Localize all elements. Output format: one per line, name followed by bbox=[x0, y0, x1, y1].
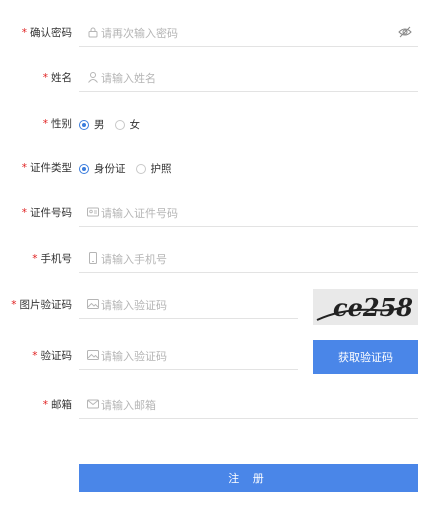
id-type-option-label: 身份证 bbox=[94, 163, 126, 175]
id-type-option-passport[interactable]: 护照 bbox=[135, 161, 172, 176]
id-type-label: * 证件类型 bbox=[22, 161, 72, 175]
image-captcha-field bbox=[79, 292, 298, 319]
user-icon bbox=[88, 72, 98, 83]
sms-code-label: * 验证码 bbox=[32, 349, 72, 363]
image-captcha-label: * 图片验证码 bbox=[11, 298, 72, 312]
required-mark: * bbox=[42, 72, 48, 84]
name-input[interactable] bbox=[101, 69, 401, 87]
email-field bbox=[79, 392, 418, 419]
image-captcha-input[interactable] bbox=[101, 296, 291, 314]
id-number-label: * 证件号码 bbox=[22, 206, 72, 220]
required-mark: * bbox=[42, 399, 48, 411]
id-number-field bbox=[79, 200, 418, 227]
lock-icon bbox=[88, 27, 98, 38]
register-button[interactable]: 注 册 bbox=[79, 464, 418, 492]
required-mark: * bbox=[11, 299, 17, 311]
required-mark: * bbox=[32, 253, 38, 265]
id-type-option-idcard[interactable]: 身份证 bbox=[79, 161, 126, 176]
phone-field bbox=[79, 246, 418, 273]
id-type-radio-group: 身份证 护照 bbox=[79, 161, 182, 176]
email-input[interactable] bbox=[101, 396, 401, 414]
confirm-password-label: * 确认密码 bbox=[22, 26, 72, 40]
mail-icon bbox=[87, 399, 99, 409]
required-mark: * bbox=[42, 118, 48, 130]
id-card-icon bbox=[87, 207, 99, 217]
phone-label: * 手机号 bbox=[32, 252, 72, 266]
required-mark: * bbox=[21, 207, 27, 219]
name-field bbox=[79, 65, 418, 92]
radio-checked-icon[interactable] bbox=[79, 163, 89, 174]
email-label: * 邮箱 bbox=[43, 398, 72, 412]
captcha-image[interactable]: ce258 bbox=[313, 289, 418, 325]
confirm-password-label-text: 确认密码 bbox=[30, 27, 72, 39]
required-mark: * bbox=[21, 162, 27, 174]
radio-unchecked-icon[interactable] bbox=[114, 119, 125, 130]
confirm-password-input[interactable] bbox=[101, 24, 391, 42]
gender-option-label: 男 bbox=[94, 119, 105, 131]
gender-label: * 性别 bbox=[43, 117, 72, 131]
get-sms-code-button[interactable]: 获取验证码 bbox=[313, 340, 418, 374]
radio-unchecked-icon[interactable] bbox=[135, 163, 146, 174]
confirm-password-field bbox=[79, 20, 418, 47]
gender-option-male[interactable]: 男 bbox=[79, 117, 105, 132]
eye-off-icon[interactable] bbox=[398, 26, 412, 38]
captcha-graphic: ce258 bbox=[313, 289, 418, 325]
required-mark: * bbox=[32, 350, 38, 362]
sms-code-label-text: 验证码 bbox=[40, 350, 73, 362]
name-label-text: 姓名 bbox=[51, 72, 72, 84]
radio-checked-icon[interactable] bbox=[79, 119, 89, 130]
id-number-label-text: 证件号码 bbox=[30, 207, 72, 219]
id-type-label-text: 证件类型 bbox=[30, 162, 72, 174]
id-number-input[interactable] bbox=[101, 204, 401, 222]
required-mark: * bbox=[21, 27, 27, 39]
sms-code-input[interactable] bbox=[101, 347, 291, 365]
phone-icon bbox=[89, 252, 97, 264]
name-label: * 姓名 bbox=[43, 71, 72, 85]
image-icon bbox=[87, 299, 99, 309]
image-captcha-label-text: 图片验证码 bbox=[19, 299, 73, 311]
image-icon bbox=[87, 350, 99, 360]
email-label-text: 邮箱 bbox=[51, 399, 72, 411]
gender-option-female[interactable]: 女 bbox=[114, 117, 141, 132]
sms-code-field bbox=[79, 343, 298, 370]
phone-label-text: 手机号 bbox=[40, 253, 73, 265]
gender-label-text: 性别 bbox=[51, 118, 72, 130]
id-type-option-label: 护照 bbox=[150, 163, 172, 175]
gender-option-label: 女 bbox=[129, 119, 141, 131]
gender-radio-group: 男 女 bbox=[79, 117, 150, 132]
phone-input[interactable] bbox=[101, 250, 401, 268]
